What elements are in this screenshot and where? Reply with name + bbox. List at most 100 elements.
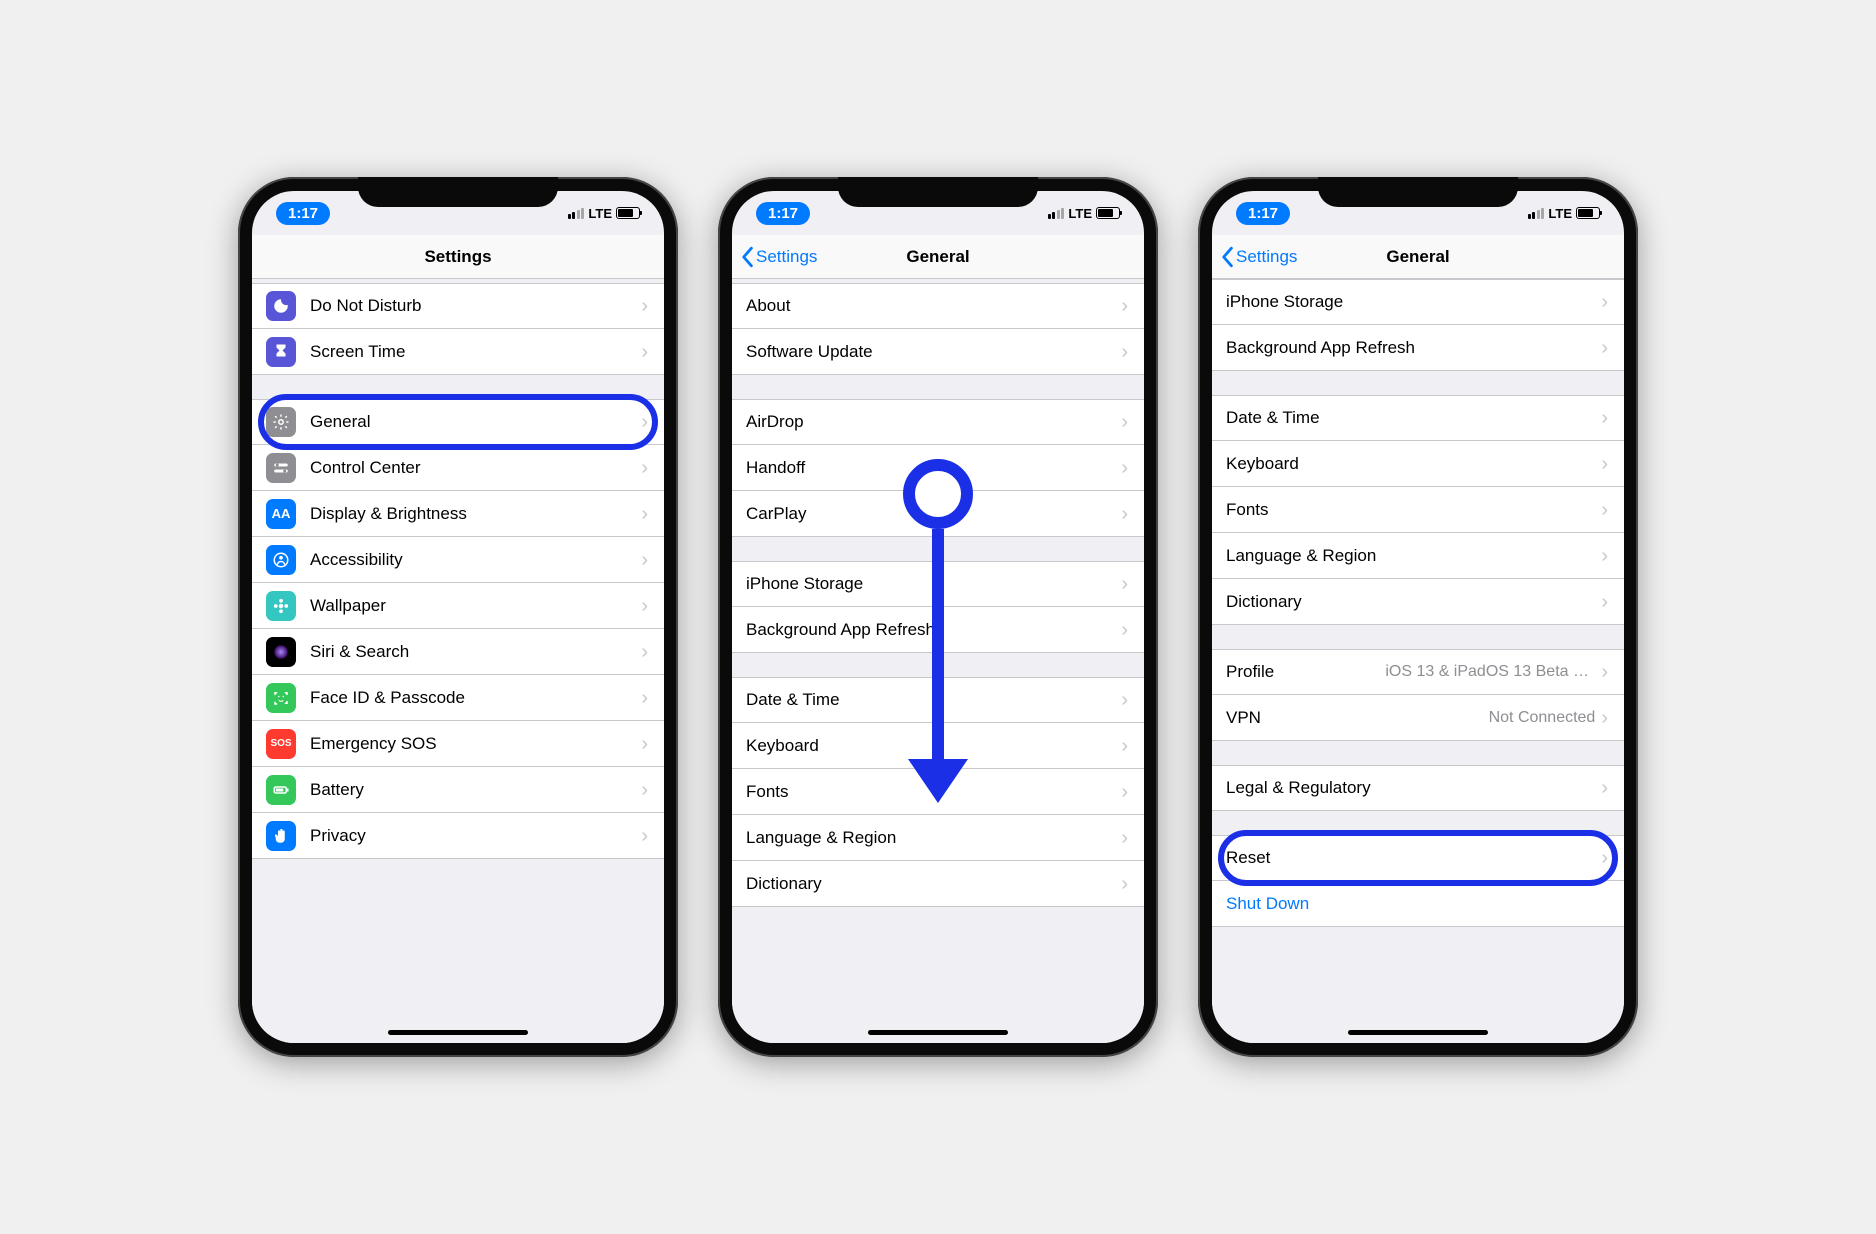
settings-row-iphone-storage[interactable]: iPhone Storage› [1212, 279, 1624, 325]
settings-row-legal-regulatory[interactable]: Legal & Regulatory› [1212, 765, 1624, 811]
battery-icon [1096, 207, 1120, 219]
settings-row-language-region[interactable]: Language & Region › [732, 815, 1144, 861]
chevron-right-icon: › [1601, 662, 1608, 682]
settings-row-date-time[interactable]: Date & Time › [732, 677, 1144, 723]
settings-row-dictionary[interactable]: Dictionary› [732, 861, 1144, 907]
settings-list[interactable]: Do Not Disturb›Screen Time›General›Contr… [252, 279, 664, 1043]
nav-title: Settings [424, 247, 491, 267]
back-button[interactable]: Settings [1220, 246, 1297, 268]
settings-row-about[interactable]: About› [732, 283, 1144, 329]
row-label: Date & Time [746, 690, 840, 710]
settings-row-profile[interactable]: Profile iOS 13 & iPadOS 13 Beta Softwar..… [1212, 649, 1624, 695]
home-indicator[interactable] [1348, 1030, 1488, 1035]
row-label: Emergency SOS [310, 734, 437, 754]
settings-row-general[interactable]: General› [252, 399, 664, 445]
row-label: Handoff [746, 458, 805, 478]
row-label: iPhone Storage [746, 574, 863, 594]
row-label: Profile [1226, 662, 1274, 682]
settings-row-iphone-storage[interactable]: iPhone Storage › [732, 561, 1144, 607]
nav-bar: Settings General [1212, 235, 1624, 279]
home-indicator[interactable] [868, 1030, 1008, 1035]
settings-row-carplay[interactable]: CarPlay› [732, 491, 1144, 537]
settings-row-control-center[interactable]: Control Center› [252, 445, 664, 491]
settings-row-emergency-sos[interactable]: SOS Emergency SOS › [252, 721, 664, 767]
nav-bar: Settings [252, 235, 664, 279]
settings-row-privacy[interactable]: Privacy › [252, 813, 664, 859]
settings-row-reset[interactable]: Reset› [1212, 835, 1624, 881]
home-indicator[interactable] [388, 1030, 528, 1035]
AA-icon: AA [266, 499, 296, 529]
settings-row-handoff[interactable]: Handoff› [732, 445, 1144, 491]
row-label: Fonts [746, 782, 789, 802]
settings-row-keyboard[interactable]: Keyboard› [732, 723, 1144, 769]
battery-icon [1576, 207, 1600, 219]
chevron-right-icon: › [641, 734, 648, 754]
chevron-right-icon: › [641, 596, 648, 616]
notch [838, 177, 1038, 207]
back-label: Settings [756, 247, 817, 267]
row-label: Keyboard [1226, 454, 1299, 474]
general-list-top[interactable]: About›Software Update›AirDrop›Handoff›Ca… [732, 279, 1144, 1043]
phone-screenshot-3: 1:17 LTE Settings General iPhone Storage… [1198, 177, 1638, 1057]
chevron-right-icon: › [641, 826, 648, 846]
chevron-left-icon [1220, 246, 1234, 268]
settings-row-date-time[interactable]: Date & Time› [1212, 395, 1624, 441]
settings-row-siri-search[interactable]: Siri & Search› [252, 629, 664, 675]
settings-row-display-brightness[interactable]: AA Display & Brightness › [252, 491, 664, 537]
settings-row-dictionary[interactable]: Dictionary› [1212, 579, 1624, 625]
SOS-icon: SOS [266, 729, 296, 759]
row-label: Siri & Search [310, 642, 409, 662]
row-label: CarPlay [746, 504, 806, 524]
settings-row-background-app-refresh[interactable]: Background App Refresh› [1212, 325, 1624, 371]
settings-row-accessibility[interactable]: Accessibility› [252, 537, 664, 583]
signal-icon [568, 208, 585, 219]
settings-row-do-not-disturb[interactable]: Do Not Disturb› [252, 283, 664, 329]
row-value: Not Connected [1489, 709, 1596, 727]
settings-row-language-region[interactable]: Language & Region› [1212, 533, 1624, 579]
settings-row-face-id-passcode[interactable]: Face ID & Passcode› [252, 675, 664, 721]
nav-title: General [906, 247, 969, 267]
switches-icon [266, 453, 296, 483]
settings-row-airdrop[interactable]: AirDrop › [732, 399, 1144, 445]
back-label: Settings [1236, 247, 1297, 267]
row-value: iOS 13 & iPadOS 13 Beta Softwar... [1385, 663, 1595, 681]
chevron-right-icon: › [641, 550, 648, 570]
row-label: Date & Time [1226, 408, 1320, 428]
settings-row-battery[interactable]: Battery› [252, 767, 664, 813]
row-label: Fonts [1226, 500, 1269, 520]
settings-row-keyboard[interactable]: Keyboard› [1212, 441, 1624, 487]
chevron-right-icon: › [1121, 690, 1128, 710]
general-list-bottom[interactable]: iPhone Storage›Background App Refresh› Da… [1212, 279, 1624, 1043]
carrier-label: LTE [1548, 206, 1572, 221]
chevron-right-icon: › [1121, 412, 1128, 432]
settings-row-background-app-refresh[interactable]: Background App Refresh› [732, 607, 1144, 653]
chevron-right-icon: › [641, 780, 648, 800]
signal-icon [1528, 208, 1545, 219]
row-label: Reset [1226, 848, 1270, 868]
settings-row-vpn[interactable]: VPNNot Connected› [1212, 695, 1624, 741]
row-label: Control Center [310, 458, 421, 478]
chevron-right-icon: › [1121, 828, 1128, 848]
row-label: Display & Brightness [310, 504, 467, 524]
chevron-right-icon: › [1601, 592, 1608, 612]
settings-row-wallpaper[interactable]: Wallpaper› [252, 583, 664, 629]
chevron-right-icon: › [1121, 620, 1128, 640]
settings-row-shut-down[interactable]: Shut Down [1212, 881, 1624, 927]
row-label: AirDrop [746, 412, 804, 432]
back-button[interactable]: Settings [740, 246, 817, 268]
chevron-right-icon: › [1121, 574, 1128, 594]
chevron-right-icon: › [641, 504, 648, 524]
row-label: About [746, 296, 790, 316]
settings-row-fonts[interactable]: Fonts › [1212, 487, 1624, 533]
row-label: Language & Region [746, 828, 896, 848]
settings-row-screen-time[interactable]: Screen Time› [252, 329, 664, 375]
carrier-label: LTE [588, 206, 612, 221]
gear-icon [266, 407, 296, 437]
highlight-annotation [1218, 830, 1618, 886]
settings-row-fonts[interactable]: Fonts› [732, 769, 1144, 815]
settings-row-software-update[interactable]: Software Update› [732, 329, 1144, 375]
chevron-right-icon: › [1601, 500, 1608, 520]
battery-icon [616, 207, 640, 219]
chevron-left-icon [740, 246, 754, 268]
row-label: Privacy [310, 826, 366, 846]
